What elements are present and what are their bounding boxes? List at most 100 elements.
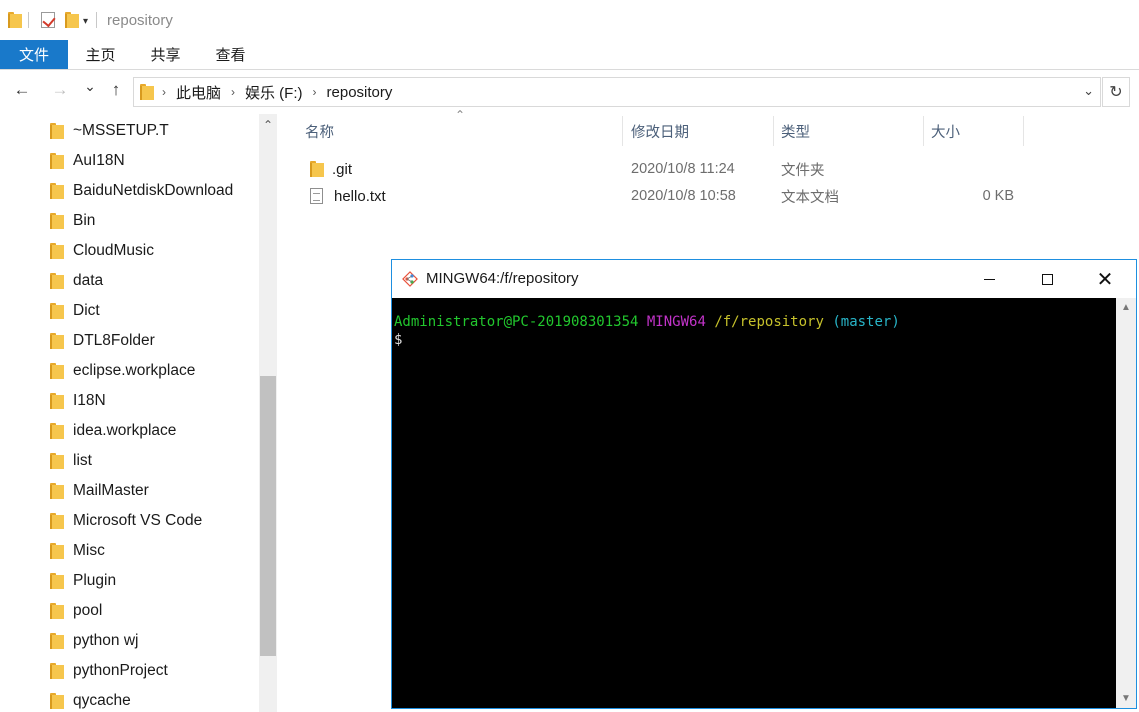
file-name: hello.txt [334, 187, 386, 205]
file-size: 0 KB [982, 188, 1014, 204]
nav-item-misc[interactable]: Misc [50, 536, 105, 566]
triangle-up-icon[interactable]: ▲ [1116, 302, 1136, 313]
nav-item-label: python wj [73, 632, 139, 649]
folder-icon [8, 12, 22, 28]
up-arrow-icon[interactable]: ↑ [104, 80, 128, 100]
refresh-icon[interactable]: ↻ [1102, 77, 1130, 107]
folder-icon [50, 603, 64, 619]
chevron-right-icon[interactable]: › [162, 85, 166, 99]
nav-item-label: DTL8Folder [73, 332, 155, 349]
nav-item-label: eclipse.workplace [73, 362, 196, 379]
prompt-path: /f/repository [714, 314, 824, 330]
nav-item-label: pool [73, 602, 103, 619]
forward-arrow-icon[interactable]: → [48, 80, 72, 100]
nav-item-cloudmusic[interactable]: CloudMusic [50, 236, 154, 266]
nav-item-dict[interactable]: Dict [50, 296, 100, 326]
properties-icon[interactable] [41, 12, 55, 28]
folder-icon [50, 693, 64, 709]
tab-file[interactable]: 文件 [0, 40, 68, 69]
new-folder-icon[interactable] [65, 12, 79, 28]
nav-item-plugin[interactable]: Plugin [50, 566, 116, 596]
nav-item-label: pythonProject [73, 662, 168, 679]
chevron-right-icon[interactable]: › [231, 85, 235, 99]
tab-view[interactable]: 查看 [198, 40, 263, 69]
text-file-icon [310, 188, 323, 204]
file-row[interactable]: .git 2020/10/8 11:24 文件夹 [300, 156, 1030, 182]
nav-item-pythonproject[interactable]: pythonProject [50, 656, 168, 686]
sort-ascending-icon: ⌃ [455, 108, 466, 122]
column-divider[interactable] [622, 116, 623, 146]
nav-item-idea-workplace[interactable]: idea.workplace [50, 416, 176, 446]
explorer-title-bar: ▾ repository [0, 0, 1139, 40]
nav-item-pool[interactable]: pool [50, 596, 102, 626]
column-header-size[interactable]: 大小 [931, 116, 960, 146]
tab-share[interactable]: 共享 [133, 40, 198, 69]
file-name-cell: .git [310, 156, 352, 182]
folder-icon [50, 423, 64, 439]
address-bar[interactable]: › 此电脑 › 娱乐 (F:) › repository ⌄ [133, 77, 1101, 107]
column-divider[interactable] [1023, 116, 1024, 146]
nav-item-eclipse-workplace[interactable]: eclipse.workplace [50, 356, 195, 386]
folder-icon [50, 663, 64, 679]
chevron-up-icon[interactable]: ⌃ [259, 114, 277, 136]
column-header-type[interactable]: 类型 [781, 116, 810, 146]
git-icon [402, 271, 418, 287]
nav-item-label: I18N [73, 392, 106, 409]
nav-item-list[interactable]: list [50, 446, 92, 476]
minimize-icon [983, 278, 995, 280]
nav-item-qycache[interactable]: qycache [50, 686, 131, 712]
nav-item-mssetup[interactable]: ~MSSETUP.T [50, 116, 169, 146]
breadcrumb-this-pc[interactable]: 此电脑 [176, 82, 221, 103]
nav-item-mailmaster[interactable]: MailMaster [50, 476, 149, 506]
column-header-name[interactable]: 名称 [305, 116, 334, 146]
chevron-down-icon[interactable]: ⌄ [1083, 83, 1094, 99]
breadcrumb-drive[interactable]: 娱乐 (F:) [245, 82, 303, 103]
folder-icon [50, 183, 64, 199]
maximize-icon [1041, 273, 1053, 285]
scrollbar-thumb[interactable] [260, 376, 276, 656]
file-row[interactable]: hello.txt 2020/10/8 10:58 文本文档 0 KB [300, 183, 1030, 209]
nav-item-label: Dict [73, 302, 100, 319]
close-button[interactable]: ✕ [1076, 260, 1134, 298]
back-arrow-icon[interactable]: ← [10, 80, 34, 100]
column-divider[interactable] [773, 116, 774, 146]
nav-item-label: Misc [73, 542, 105, 559]
prompt-branch: (master) [832, 314, 900, 330]
terminal-scrollbar[interactable]: ▲ ▼ [1116, 298, 1136, 708]
nav-item-microsoft-vs-code[interactable]: Microsoft VS Code [50, 506, 202, 536]
folder-icon [50, 363, 64, 379]
file-modified: 2020/10/8 10:58 [631, 188, 736, 204]
terminal-title-bar[interactable]: MINGW64:/f/repository ✕ [392, 260, 1136, 298]
nav-item-python-wj[interactable]: python wj [50, 626, 138, 656]
column-header-modified[interactable]: 修改日期 [631, 116, 689, 146]
triangle-down-icon[interactable]: ▼ [1116, 693, 1136, 704]
folder-icon [50, 393, 64, 409]
breadcrumb-repository[interactable]: repository [327, 84, 393, 101]
nav-item-aui18n[interactable]: AuI18N [50, 146, 125, 176]
maximize-button[interactable] [1018, 260, 1076, 298]
recent-locations-chevron-icon[interactable]: ⌄ [78, 78, 102, 95]
minimize-button[interactable] [960, 260, 1018, 298]
nav-item-i18n[interactable]: I18N [50, 386, 106, 416]
chevron-right-icon[interactable]: › [313, 85, 317, 99]
divider [96, 12, 98, 28]
file-size [920, 156, 1014, 182]
folder-icon [50, 633, 64, 649]
nav-item-bin[interactable]: Bin [50, 206, 95, 236]
nav-item-label: CloudMusic [73, 242, 154, 259]
nav-item-label: list [73, 452, 92, 469]
nav-item-data[interactable]: data [50, 266, 103, 296]
nav-item-dtl8folder[interactable]: DTL8Folder [50, 326, 155, 356]
nav-item-label: ~MSSETUP.T [73, 122, 169, 139]
terminal-output[interactable]: Administrator@PC-201908301354 MINGW64 /f… [392, 298, 1116, 708]
navigation-pane-scrollbar[interactable]: ⌃ [259, 114, 277, 712]
folder-icon [50, 243, 64, 259]
folder-icon [50, 333, 64, 349]
terminal-window[interactable]: MINGW64:/f/repository ✕ Administrator@PC… [391, 259, 1137, 709]
nav-item-label: Plugin [73, 572, 117, 589]
column-divider[interactable] [923, 116, 924, 146]
folder-icon [140, 84, 154, 100]
nav-item-baidunetdiskdownload[interactable]: BaiduNetdiskDownload [50, 176, 233, 206]
customize-quick-access-icon[interactable]: ▾ [83, 16, 88, 27]
tab-home[interactable]: 主页 [68, 40, 133, 69]
